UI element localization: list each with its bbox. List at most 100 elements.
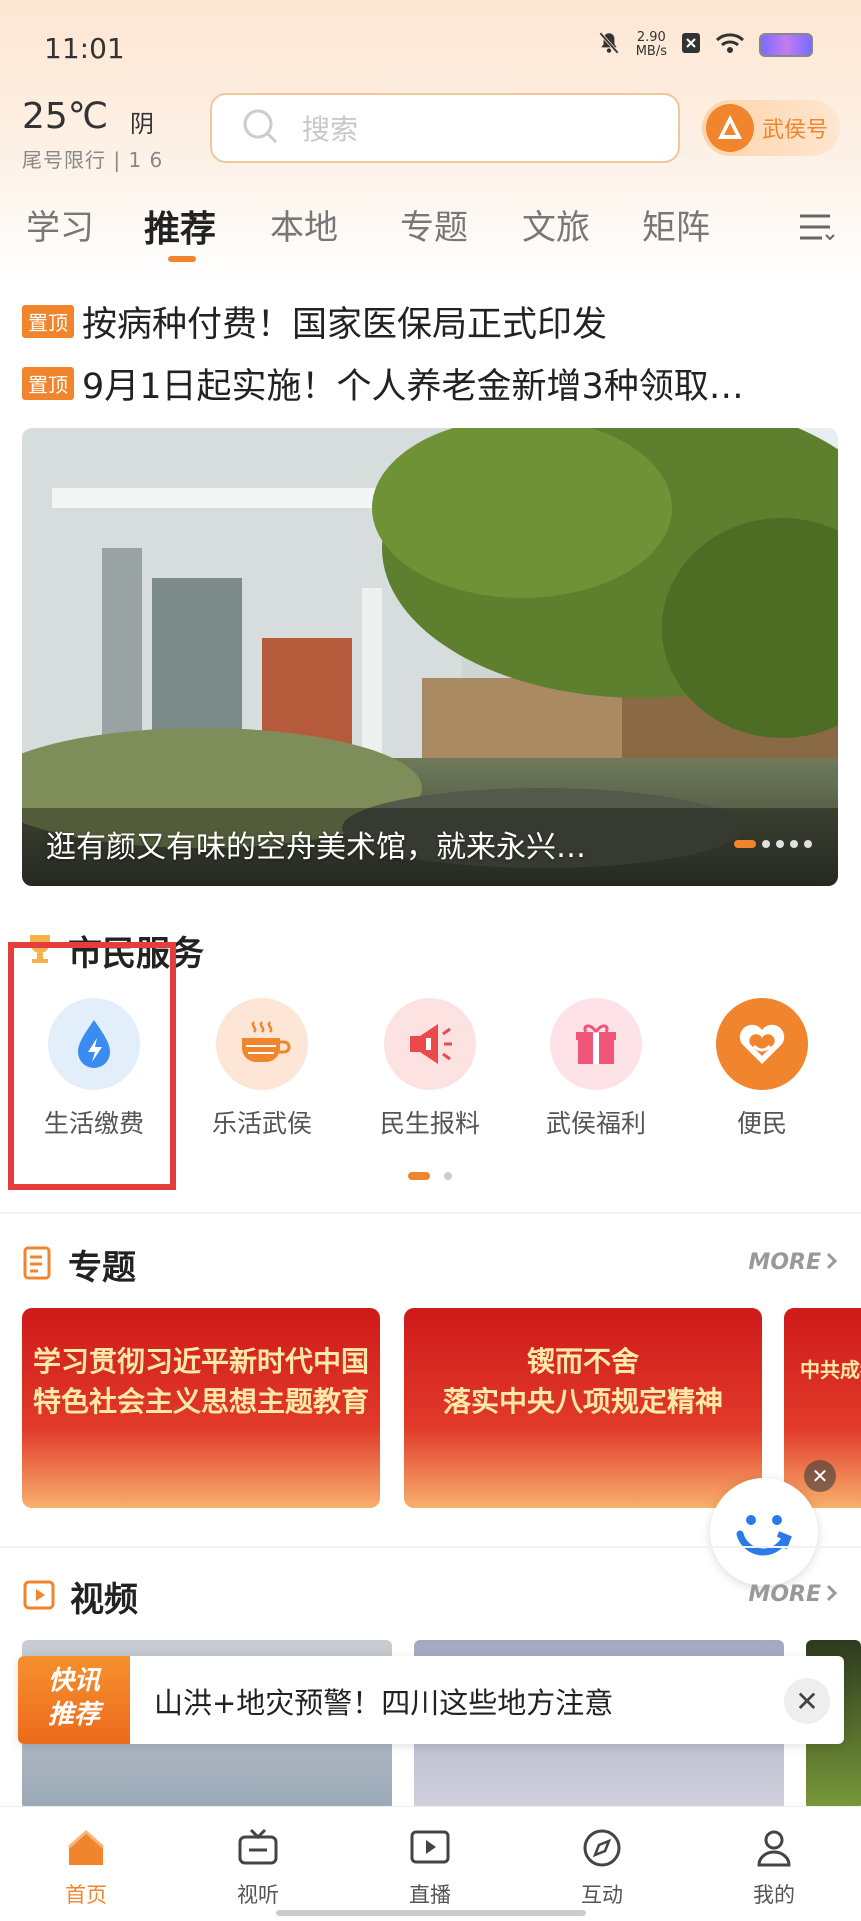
home-indicator: [276, 1910, 586, 1916]
videos-header: 视频: [22, 1572, 138, 1621]
pinned-badge: 置顶: [22, 305, 74, 338]
tab-menu-button[interactable]: [784, 200, 844, 258]
banner-image: [22, 428, 838, 886]
net-speed: 2.90 MB/s: [636, 31, 667, 59]
pinned-title: 9月1日起实施！个人养老金新增3种领取…: [82, 367, 744, 407]
service-label: 便民: [736, 1109, 787, 1138]
tv-icon: [235, 1828, 281, 1875]
plate-limit: 尾号限行 | 1 6: [22, 148, 164, 172]
service-item-convenience[interactable]: 便民: [702, 998, 822, 1140]
search-icon: [240, 106, 280, 150]
tab-culture-travel[interactable]: 文旅: [522, 200, 590, 249]
banner-pagination: [734, 840, 812, 848]
topic-line: 特色社会主义思想主题教育: [32, 1385, 369, 1418]
account-button[interactable]: 武侯号: [702, 100, 840, 156]
more-label: MORE: [748, 1582, 821, 1607]
banner-caption: 逛有颜又有味的空舟美术馆，就来永兴…: [46, 830, 586, 865]
search-placeholder: 搜索: [302, 113, 359, 146]
topic-card-text: 中共成都: [800, 1358, 861, 1382]
service-label: 武侯福利: [545, 1109, 646, 1138]
compass-icon: [579, 1829, 625, 1875]
pinned-title: 按病种付费！国家医保局正式印发: [82, 305, 608, 345]
service-label: 乐活武侯: [211, 1109, 312, 1138]
weather-text: 阴: [130, 110, 154, 138]
service-item-lehuo-wuhou[interactable]: 乐活武侯: [202, 998, 322, 1140]
nav-label: 首页: [65, 1883, 107, 1907]
nav-audio-video[interactable]: 视听: [208, 1825, 308, 1909]
menu-icon: [784, 214, 838, 254]
nav-label: 视听: [237, 1883, 279, 1907]
flash-news-bar[interactable]: 快讯 推荐 山洪+地灾预警！四川这些地方注意 ✕: [18, 1656, 844, 1744]
net-speed-value: 2.90: [636, 30, 666, 45]
topics-header: 专题: [22, 1240, 136, 1289]
close-icon: ✕: [795, 1684, 819, 1718]
user-icon: [751, 1830, 797, 1875]
topic-card-text: 学习贯彻习近平新时代中国 特色社会主义思想主题教育: [22, 1308, 380, 1422]
status-icons: 2.90 MB/s: [596, 30, 813, 60]
topic-line: 锲而不舍: [526, 1345, 639, 1378]
service-label: 民生报料: [379, 1109, 480, 1138]
battery-icon: [759, 33, 813, 57]
account-label: 武侯号: [762, 118, 829, 143]
featured-banner[interactable]: 逛有颜又有味的空舟美术馆，就来永兴…: [22, 428, 838, 886]
mute-bell-icon: [596, 30, 622, 60]
pagination-dot: [790, 840, 798, 848]
pinned-headline[interactable]: 置顶 按病种付费！国家医保局正式印发: [22, 296, 607, 347]
temperature: 25℃: [22, 96, 109, 137]
tab-matrix[interactable]: 矩阵: [642, 200, 710, 249]
flash-news-badge: 快讯 推荐: [18, 1656, 130, 1744]
nav-label: 我的: [753, 1883, 795, 1907]
nav-profile[interactable]: 我的: [724, 1825, 824, 1909]
service-item-livelihood-report[interactable]: 民生报料: [370, 998, 490, 1140]
pagination-dot: [776, 840, 784, 848]
topic-card[interactable]: 锲而不舍 落实中央八项规定精神: [404, 1308, 762, 1508]
videos-title: 视频: [70, 1580, 138, 1620]
close-floating-button[interactable]: ✕: [804, 1460, 836, 1492]
topic-line: 落实中央八项规定精神: [442, 1385, 723, 1418]
pagination-dot-active: [734, 840, 756, 848]
pagination-dot: [762, 840, 770, 848]
highlight-box: [8, 942, 176, 1190]
tab-topics[interactable]: 专题: [400, 200, 468, 249]
nav-label: 互动: [581, 1883, 623, 1907]
tab-recommend[interactable]: 推荐: [144, 200, 216, 252]
nav-live[interactable]: 直播: [380, 1825, 480, 1909]
nav-interact[interactable]: 互动: [552, 1825, 652, 1909]
service-item-wuhou-welfare[interactable]: 武侯福利: [536, 998, 656, 1140]
search-input[interactable]: 搜索: [210, 93, 680, 163]
pagination-dot: [804, 840, 812, 848]
pinned-badge: 置顶: [22, 367, 74, 400]
videos-more-link[interactable]: MORE: [748, 1582, 839, 1607]
megaphone-icon: [384, 998, 476, 1090]
chevron-right-icon: [825, 1251, 839, 1275]
close-icon: ✕: [811, 1464, 829, 1488]
account-logo-icon: [706, 104, 754, 152]
gift-icon: [550, 998, 642, 1090]
video-icon: [22, 1578, 58, 1616]
nav-label: 直播: [409, 1883, 451, 1907]
flash-news-close-button[interactable]: ✕: [784, 1678, 830, 1724]
assistant-floating-button[interactable]: [710, 1478, 818, 1586]
pinned-headline[interactable]: 置顶 9月1日起实施！个人养老金新增3种领取…: [22, 358, 744, 409]
services-page-dot: [444, 1172, 452, 1180]
net-speed-unit: MB/s: [635, 44, 667, 59]
badge-line: 快讯: [47, 1666, 100, 1696]
play-icon: [407, 1830, 453, 1875]
flash-news-text: 山洪+地灾预警！四川这些地方注意: [154, 1686, 614, 1720]
status-time: 11:01: [44, 32, 125, 65]
tab-local[interactable]: 本地: [270, 200, 338, 249]
topics-title: 专题: [68, 1248, 136, 1288]
wifi-icon: [715, 32, 745, 58]
services-page-dot-active: [408, 1172, 430, 1180]
topic-card[interactable]: 学习贯彻习近平新时代中国 特色社会主义思想主题教育: [22, 1308, 380, 1508]
smiley-icon: [724, 1490, 804, 1574]
tab-active-indicator: [168, 256, 196, 262]
home-icon: [63, 1829, 109, 1875]
bottom-navigation: 首页 视听 直播 互动 我的: [0, 1806, 861, 1921]
more-label: MORE: [748, 1250, 821, 1275]
nav-home[interactable]: 首页: [36, 1825, 136, 1909]
topic-card-text: 锲而不舍 落实中央八项规定精神: [404, 1308, 762, 1422]
section-divider: [0, 1212, 861, 1214]
topics-more-link[interactable]: MORE: [748, 1250, 839, 1275]
tab-study[interactable]: 学习: [26, 200, 94, 249]
